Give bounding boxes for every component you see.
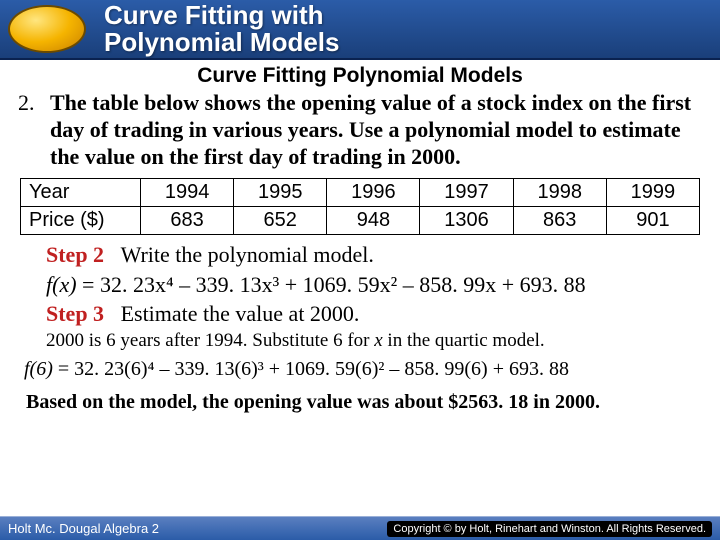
cell-year: 1996 <box>327 179 420 207</box>
step-2-text: Write the polynomial model. <box>110 242 374 267</box>
logo-oval <box>8 5 86 53</box>
step-3-text: Estimate the value at 2000. <box>110 301 360 326</box>
row-label-year: Year <box>21 179 141 207</box>
step-2-label: Step 2 <box>46 242 104 267</box>
eq-body: = 32. 23x⁴ – 339. 13x³ + 1069. 59x² – 85… <box>77 272 586 297</box>
cell-year: 1999 <box>606 179 699 207</box>
cell-price: 948 <box>327 207 420 235</box>
step-3-note: 2000 is 6 years after 1994. Substitute 6… <box>46 330 702 352</box>
cell-price: 683 <box>141 207 234 235</box>
table-row: Price ($) 683 652 948 1306 863 901 <box>21 207 700 235</box>
cell-year: 1997 <box>420 179 513 207</box>
step-3-equation: f(6) = 32. 23(6)⁴ – 339. 13(6)³ + 1069. … <box>24 358 702 381</box>
data-table: Year 1994 1995 1996 1997 1998 1999 Price… <box>20 178 700 235</box>
step-2-equation: f(x) = 32. 23x⁴ – 339. 13x³ + 1069. 59x²… <box>46 271 702 299</box>
eq-f6: f(6) <box>24 358 53 380</box>
problem-statement: 2. The table below shows the opening val… <box>18 90 702 170</box>
example-subtitle: Curve Fitting Polynomial Models <box>18 64 702 88</box>
cell-price: 1306 <box>420 207 513 235</box>
step-2: Step 2 Write the polynomial model. <box>46 241 702 269</box>
step-3-label: Step 3 <box>46 301 104 326</box>
header-bar: Curve Fitting with Polynomial Models <box>0 0 720 60</box>
footer-bar: Holt Mc. Dougal Algebra 2 Copyright © by… <box>0 516 720 540</box>
conclusion: Based on the model, the opening value wa… <box>26 391 702 414</box>
header-title-line1: Curve Fitting with <box>104 2 340 29</box>
problem-number: 2. <box>18 90 50 170</box>
problem-text: The table below shows the opening value … <box>50 90 702 170</box>
header-title-line2: Polynomial Models <box>104 29 340 56</box>
cell-year: 1998 <box>513 179 606 207</box>
copyright-badge: Copyright © by Holt, Rinehart and Winsto… <box>387 521 712 537</box>
row-label-price: Price ($) <box>21 207 141 235</box>
cell-price: 863 <box>513 207 606 235</box>
cell-price: 652 <box>234 207 327 235</box>
header-title: Curve Fitting with Polynomial Models <box>104 2 340 57</box>
footer-left: Holt Mc. Dougal Algebra 2 <box>8 521 159 536</box>
cell-price: 901 <box>606 207 699 235</box>
eq-body-2: = 32. 23(6)⁴ – 339. 13(6)³ + 1069. 59(6)… <box>53 358 569 380</box>
cell-year: 1994 <box>141 179 234 207</box>
table-row: Year 1994 1995 1996 1997 1998 1999 <box>21 179 700 207</box>
step-3: Step 3 Estimate the value at 2000. <box>46 300 702 328</box>
content-area: Curve Fitting Polynomial Models 2. The t… <box>0 60 720 414</box>
eq-fx: f(x) <box>46 272 77 297</box>
cell-year: 1995 <box>234 179 327 207</box>
